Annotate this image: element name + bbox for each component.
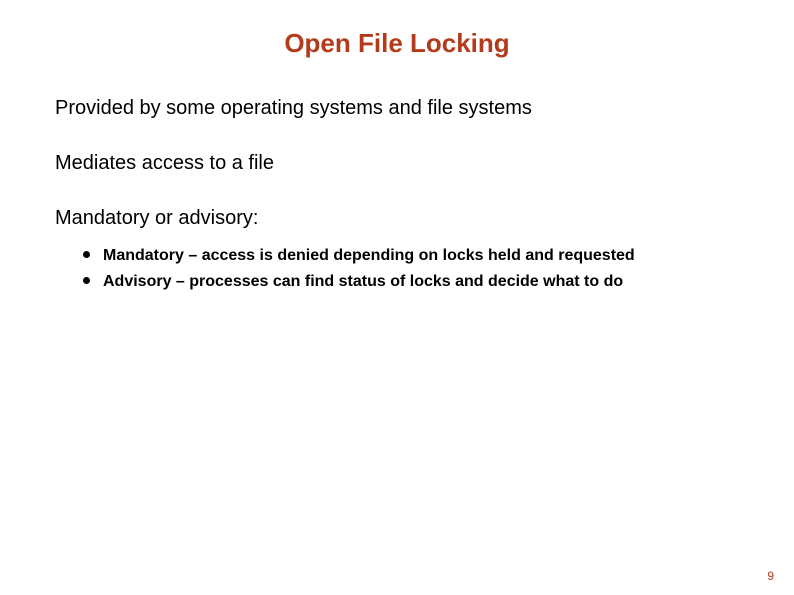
point-3: Mandatory or advisory: (55, 207, 739, 230)
point-1: Provided by some operating systems and f… (55, 97, 739, 120)
point-2: Mediates access to a file (55, 152, 739, 175)
sublist: Mandatory – access is denied depending o… (55, 244, 739, 294)
slide-title: Open File Locking (55, 28, 739, 59)
page-number: 9 (767, 569, 774, 583)
subitem-mandatory: Mandatory – access is denied depending o… (103, 244, 739, 268)
subitem-advisory: Advisory – processes can find status of … (103, 270, 739, 294)
